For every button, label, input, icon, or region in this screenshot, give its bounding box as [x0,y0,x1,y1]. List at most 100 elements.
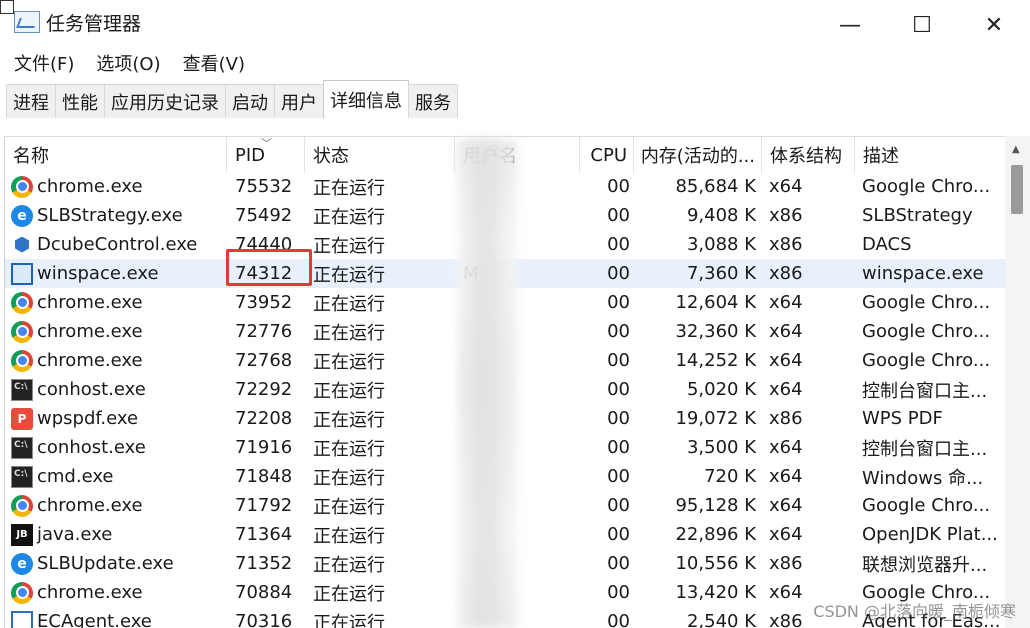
process-name: chrome.exe [37,495,143,516]
cell-memory: 3,088 K [686,234,756,255]
cell-pid: 75532 [235,176,293,197]
cell-memory: 13,420 K [675,582,756,603]
column-header-status[interactable]: 状态 [305,137,455,173]
scroll-up-arrow-icon[interactable]: ▲ [1012,144,1020,155]
cell-cpu: 00 [607,611,630,628]
cell-name: JB java.exe [5,520,227,549]
cell-pid: 71364 [235,524,293,545]
cell-pid: 70316 [235,611,293,628]
cell-cpu: 00 [607,205,630,226]
cell-memory: 95,128 K [675,495,756,516]
cell-desc: 联想浏览器升... [862,554,988,576]
column-header-memory[interactable]: 内存(活动的... [634,137,762,173]
close-button[interactable]: ✕ [970,8,1018,42]
cell-memory: 7,360 K [686,263,756,284]
chrome-icon [11,581,33,604]
cell-desc: Windows 命... [862,467,984,489]
maximize-button[interactable]: ☐ [898,8,946,42]
cell-memory: 12,604 K [675,292,756,313]
cell-pid: 70884 [235,582,293,603]
cell-status: 正在运行 [313,525,385,547]
tab-services[interactable]: 服务 [408,84,458,118]
vertical-scrollbar[interactable]: ▲ [1005,136,1030,628]
cell-desc: winspace.exe [862,263,984,284]
console-icon: C:\ [11,378,33,401]
process-name: chrome.exe [37,292,143,313]
cell-status: 正在运行 [313,206,385,228]
tab-performance[interactable]: 性能 [55,84,105,118]
cell-name: DcubeControl.exe [5,230,227,259]
cell-status: 正在运行 [313,438,385,460]
cell-name: chrome.exe [5,288,227,317]
cell-arch: x64 [769,437,803,458]
cell-cpu: 00 [607,582,630,603]
task-manager-icon [14,11,40,33]
process-name: ECAgent.exe [37,611,152,628]
column-header-desc[interactable]: 描述 [855,137,1005,173]
column-header-cpu[interactable]: CPU [580,137,634,173]
process-name: chrome.exe [37,582,143,603]
tab-users[interactable]: 用户 [274,84,324,118]
menu-file[interactable]: 文件(F) [14,50,74,76]
column-header-name[interactable]: 名称 [5,137,227,173]
wps-pdf-icon: P [11,407,33,430]
cell-status: 正在运行 [313,293,385,315]
cell-pid: 72292 [235,379,293,400]
cell-pid: 72208 [235,408,293,429]
cell-pid: 73952 [235,292,293,313]
chrome-icon [11,494,33,517]
menu-options[interactable]: 选项(O) [96,50,160,76]
cell-cpu: 00 [607,495,630,516]
menu-view[interactable]: 查看(V) [183,50,245,76]
cell-status: 正在运行 [313,554,385,576]
title-bar: 任务管理器 — ☐ ✕ [0,0,1030,50]
cell-cpu: 00 [607,379,630,400]
tab-processes[interactable]: 进程 [6,84,56,118]
dcube-icon [11,234,33,256]
process-name: SLBUpdate.exe [37,553,174,574]
column-header-arch[interactable]: 体系结构 [762,137,855,173]
minimize-button[interactable]: — [826,8,874,42]
chrome-icon [11,291,33,314]
cell-status: 正在运行 [313,177,385,199]
cell-pid: 72768 [235,350,293,371]
slb-icon: e [11,204,33,227]
process-name: wpspdf.exe [37,408,139,429]
cell-cpu: 00 [607,553,630,574]
cell-cpu: 00 [607,234,630,255]
cell-memory: 720 K [704,466,756,487]
cell-status: 正在运行 [313,409,385,431]
column-header-pid[interactable]: ﹀ PID [227,137,305,173]
tab-app-history[interactable]: 应用历史记录 [104,84,226,118]
cell-status: 正在运行 [313,496,385,518]
cell-arch: x64 [769,524,803,545]
cell-arch: x86 [769,205,803,226]
chrome-icon [11,349,33,372]
cell-desc: Google Chro... [862,176,991,197]
cell-arch: x64 [769,321,803,342]
cell-cpu: 00 [607,524,630,545]
cell-arch: x64 [769,379,803,400]
cell-pid: 72776 [235,321,293,342]
cell-cpu: 00 [607,437,630,458]
cell-arch: x64 [769,350,803,371]
cell-desc: SLBStrategy [862,205,973,226]
cell-cpu: 00 [607,408,630,429]
cell-status: 正在运行 [313,264,385,286]
cell-arch: x64 [769,292,803,313]
tab-details[interactable]: 详细信息 [323,80,409,118]
cell-cpu: 00 [607,292,630,313]
cell-pid: 71352 [235,553,293,574]
cell-desc: OpenJDK Plat... [862,524,998,545]
window-title: 任务管理器 [46,12,142,35]
cell-pid: 71848 [235,466,293,487]
cell-status: 正在运行 [313,467,385,489]
cell-name: e SLBStrategy.exe [5,201,227,230]
cell-cpu: 00 [607,263,630,284]
process-name: chrome.exe [37,321,143,342]
tab-startup[interactable]: 启动 [225,84,275,118]
cell-desc: 控制台窗口主... [862,380,988,402]
scroll-thumb[interactable] [1011,165,1023,214]
cell-name: C:\ cmd.exe [5,462,227,491]
cell-desc: Google Chro... [862,321,991,342]
